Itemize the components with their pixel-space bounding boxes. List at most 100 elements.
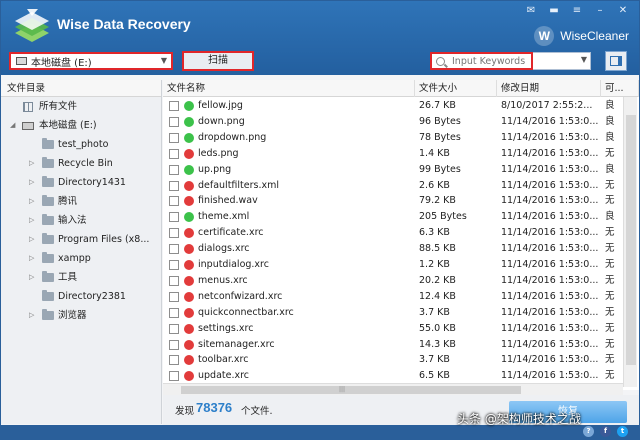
expand-caret-icon[interactable]: ▷ [29, 230, 34, 249]
row-checkbox[interactable] [169, 180, 179, 191]
vertical-scroll-thumb[interactable] [626, 115, 636, 365]
drive-select[interactable]: 本地磁盘 (E:) ▼ [9, 52, 173, 70]
file-row[interactable]: certificate.xrc 6.3 KB 11/14/2016 1:53:0..… [163, 225, 639, 241]
horizontal-scrollbar[interactable]: ||| [163, 383, 623, 395]
menu-icon[interactable]: ≡ [567, 3, 587, 17]
scan-button[interactable]: 扫描 [182, 51, 254, 71]
tree-item-drive[interactable]: ◢ 本地磁盘 (E:) [1, 116, 161, 135]
row-checkbox[interactable] [169, 101, 179, 111]
panel-icon [610, 56, 622, 66]
tree-item-folder[interactable]: ▷ 输入法 [1, 211, 161, 230]
tree-item-folder[interactable]: ▷ Program Files (x8... [1, 230, 161, 249]
expand-caret-icon[interactable]: ▷ [29, 173, 34, 192]
question-icon[interactable]: ? [583, 426, 594, 437]
tree-item-folder[interactable]: ▷ 腾讯 [1, 192, 161, 211]
tree-item-all-files[interactable]: 所有文件 [1, 97, 161, 116]
file-row[interactable]: dialogs.xrc 88.5 KB 11/14/2016 1:53:0... 无 [163, 241, 639, 257]
row-checkbox[interactable] [169, 244, 179, 255]
file-row[interactable]: finished.wav 79.2 KB 11/14/2016 1:53:0... 无 [163, 193, 639, 209]
tree-item-label: Program Files (x8... [58, 234, 150, 245]
unrecoverable-status-icon [184, 323, 194, 334]
column-header-date[interactable]: 修改日期 [497, 80, 601, 97]
file-row[interactable]: sitemanager.xrc 14.3 KB 11/14/2016 1:53:0.… [163, 337, 639, 353]
search-box[interactable]: ▼ [430, 52, 591, 70]
tree-item-folder[interactable]: ▷ 工具 [1, 268, 161, 287]
tree-item-folder[interactable]: test_photo [1, 135, 161, 154]
file-row[interactable]: defaultfilters.xml 2.6 KB 11/14/2016 1:53:… [163, 178, 639, 194]
unrecoverable-status-icon [184, 339, 194, 350]
expand-caret-icon[interactable]: ▷ [29, 154, 34, 173]
file-row[interactable]: leds.png 1.4 KB 11/14/2016 1:53:0... 无 [163, 146, 639, 162]
file-size: 2.6 KB [419, 179, 450, 191]
tree-item-folder[interactable]: ▷ 浏览器 [1, 306, 161, 325]
file-row[interactable]: menus.xrc 20.2 KB 11/14/2016 1:53:0... 无 [163, 273, 639, 289]
horizontal-scroll-thumb[interactable] [181, 386, 521, 394]
vertical-scrollbar[interactable] [623, 97, 637, 387]
row-checkbox[interactable] [169, 196, 179, 207]
column-header-size[interactable]: 文件大小 [415, 80, 497, 97]
row-checkbox[interactable] [169, 212, 179, 223]
row-checkbox[interactable] [169, 307, 179, 318]
close-icon[interactable]: ✕ [613, 3, 633, 17]
folder-icon [42, 138, 54, 149]
found-label: 发现 [175, 406, 195, 417]
file-date: 11/14/2016 1:53:0... [501, 306, 599, 318]
row-checkbox[interactable] [169, 355, 179, 366]
file-date: 11/14/2016 1:53:0... [501, 354, 599, 366]
folder-icon [42, 252, 54, 263]
unrecoverable-status-icon [184, 260, 194, 270]
row-checkbox[interactable] [169, 339, 179, 350]
file-date: 11/14/2016 1:53:0... [501, 147, 599, 159]
unrecoverable-status-icon [184, 355, 194, 366]
file-row[interactable]: toolbar.xrc 3.7 KB 11/14/2016 1:53:0... 无 [163, 352, 639, 368]
skin-icon[interactable]: ▬ [544, 3, 564, 17]
row-checkbox[interactable] [169, 291, 179, 302]
file-row[interactable]: netconfwizard.xrc 12.4 KB 11/14/2016 1:53:… [163, 289, 639, 305]
search-icon [436, 56, 445, 66]
drive-icon [22, 122, 34, 130]
row-checkbox[interactable] [169, 116, 179, 127]
brand[interactable]: W WiseCleaner [534, 26, 629, 46]
file-row[interactable]: fellow.jpg 26.7 KB 8/10/2017 2:55:2... 良 [163, 98, 639, 114]
column-header-state[interactable]: 可... [601, 80, 639, 97]
file-row[interactable]: update.xrc 6.5 KB 11/14/2016 1:53:0... 无 [163, 368, 639, 384]
row-checkbox[interactable] [169, 275, 179, 286]
file-row[interactable]: dropdown.png 78 Bytes 11/14/2016 1:53:0...… [163, 130, 639, 146]
tree-item-label: Directory2381 [58, 291, 126, 302]
row-checkbox[interactable] [169, 260, 179, 270]
column-header-name[interactable]: 文件名称 [163, 80, 415, 97]
watermark-text: 头条 @架构师技术之战 [457, 412, 581, 426]
row-checkbox[interactable] [169, 164, 179, 175]
twitter-icon[interactable]: t [617, 426, 628, 437]
mail-icon[interactable]: ✉ [521, 3, 541, 17]
row-checkbox[interactable] [169, 323, 179, 334]
file-row[interactable]: settings.xrc 55.0 KB 11/14/2016 1:53:0... 无 [163, 321, 639, 337]
collapse-caret-icon[interactable]: ◢ [10, 116, 15, 135]
expand-caret-icon[interactable]: ▷ [29, 192, 34, 211]
search-highlight [430, 52, 533, 70]
row-checkbox[interactable] [169, 371, 179, 382]
tree-item-folder[interactable]: Directory2381 [1, 287, 161, 306]
facebook-icon[interactable]: f [600, 426, 611, 437]
file-row[interactable]: up.png 99 Bytes 11/14/2016 1:53:0... 良 [163, 162, 639, 178]
row-checkbox[interactable] [169, 148, 179, 159]
expand-caret-icon[interactable]: ▷ [29, 268, 34, 287]
expand-caret-icon[interactable]: ▷ [29, 306, 34, 325]
tree-item-folder[interactable]: ▷ xampp [1, 249, 161, 268]
file-row[interactable]: theme.xml 205 Bytes 11/14/2016 1:53:0... 良 [163, 209, 639, 225]
file-row[interactable]: inputdialog.xrc 1.2 KB 11/14/2016 1:53:0..… [163, 257, 639, 273]
tree-item-folder[interactable]: ▷ Directory1431 [1, 173, 161, 192]
row-checkbox[interactable] [169, 132, 179, 143]
expand-caret-icon[interactable]: ▷ [29, 249, 34, 268]
row-checkbox[interactable] [169, 228, 179, 239]
found-unit: 个文件. [241, 406, 273, 417]
folder-icon [42, 309, 54, 320]
expand-caret-icon[interactable]: ▷ [29, 211, 34, 230]
file-row[interactable]: quickconnectbar.xrc 3.7 KB 11/14/2016 1:53… [163, 305, 639, 321]
tree-item-folder[interactable]: ▷ Recycle Bin [1, 154, 161, 173]
tree-item-label: Recycle Bin [58, 158, 113, 169]
chevron-down-icon[interactable]: ▼ [581, 55, 587, 64]
file-row[interactable]: down.png 96 Bytes 11/14/2016 1:53:0... 良 [163, 114, 639, 130]
preview-panel-toggle[interactable] [605, 51, 627, 71]
minimize-icon[interactable]: – [590, 3, 610, 17]
